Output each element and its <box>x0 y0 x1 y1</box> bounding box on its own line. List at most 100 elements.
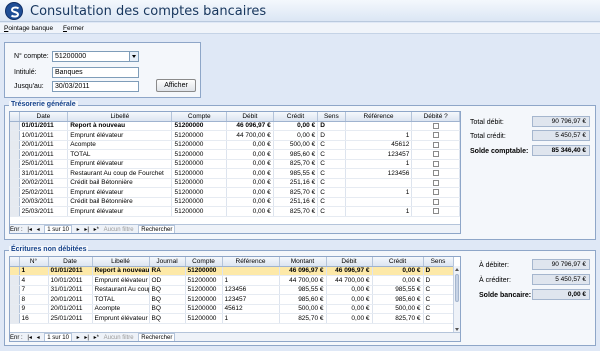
debit-cell[interactable]: 0,00 € <box>226 197 274 207</box>
montant-cell[interactable]: 985,55 € <box>279 285 327 295</box>
column-header[interactable]: Date <box>48 257 93 267</box>
row-selector[interactable] <box>10 140 20 150</box>
row-selector[interactable] <box>10 130 20 141</box>
debite-checkbox[interactable] <box>432 198 439 205</box>
debit-cell[interactable]: 0,00 € <box>326 313 373 324</box>
credit-cell[interactable]: 825,70 € <box>273 187 319 198</box>
table-row[interactable]: 20/01/2011 Acompte 51200000 0,00 €500,00 € C… <box>10 140 460 150</box>
chevron-down-icon[interactable] <box>129 52 138 61</box>
sens-cell[interactable]: C <box>317 140 346 150</box>
column-header[interactable]: Référence <box>222 257 280 267</box>
compte-cell[interactable]: 51200000 <box>171 140 228 150</box>
table-row[interactable]: 25/02/2011 Emprunt élévateur 51200000 0,00 … <box>10 187 460 198</box>
montant-cell[interactable]: 500,00 € <box>279 304 327 314</box>
reference-cell[interactable]: 123457 <box>222 294 280 305</box>
reference-cell[interactable] <box>345 197 413 207</box>
intitule-field[interactable]: Banques <box>52 67 139 78</box>
table-row[interactable]: 16 25/01/2011 Emprunt élévateur BQ 51200000 1… <box>10 313 454 324</box>
libelle-cell[interactable]: Emprunt élévateur <box>67 159 173 169</box>
reference-cell[interactable]: 123457 <box>345 149 413 160</box>
debite-cell[interactable] <box>411 130 460 141</box>
sens-cell[interactable]: D <box>317 121 346 131</box>
sens-cell[interactable]: C <box>317 197 346 207</box>
nav-last-icon[interactable]: ▸| <box>84 334 89 341</box>
column-header[interactable]: Compte <box>185 257 223 267</box>
date-cell[interactable]: 20/01/2011 <box>19 149 69 160</box>
debite-checkbox[interactable] <box>432 160 439 167</box>
debite-checkbox[interactable] <box>432 170 439 177</box>
column-header[interactable]: Débit <box>326 257 373 267</box>
libelle-cell[interactable]: Crédit bail Bétonnière <box>67 178 173 188</box>
row-selector[interactable] <box>10 285 20 295</box>
column-header[interactable]: Compte <box>171 112 228 122</box>
date-cell[interactable]: 01/01/2011 <box>48 266 93 276</box>
debit-cell[interactable]: 0,00 € <box>326 294 373 305</box>
date-cell[interactable]: 20/01/2011 <box>19 140 69 150</box>
credit-cell[interactable]: 825,70 € <box>372 313 424 324</box>
row-selector[interactable] <box>10 197 20 207</box>
libelle-cell[interactable]: Emprunt élévateur <box>92 275 150 286</box>
libelle-cell[interactable]: Emprunt élévateur <box>67 130 173 141</box>
reference-cell[interactable] <box>222 266 280 276</box>
sens-cell[interactable]: C <box>423 304 454 314</box>
scroll-thumb[interactable] <box>455 274 459 302</box>
credit-cell[interactable]: 985,60 € <box>273 149 319 160</box>
reference-cell[interactable] <box>345 121 413 131</box>
sens-cell[interactable]: C <box>317 206 346 217</box>
account-select[interactable]: 51200000 <box>52 51 139 62</box>
menu-fermer[interactable]: Fermer <box>63 25 84 32</box>
libelle-cell[interactable]: Restaurant Au coup <box>92 285 150 295</box>
record-position[interactable]: 1 sur 10 <box>44 333 72 341</box>
compte-cell[interactable]: 51200000 <box>171 121 228 131</box>
sens-cell[interactable]: D <box>423 266 454 276</box>
column-header[interactable]: N° <box>19 257 49 267</box>
libelle-cell[interactable]: Emprunt élévateur <box>67 206 173 217</box>
nav-next-icon[interactable]: ▸ <box>77 226 80 233</box>
sens-cell[interactable]: C <box>317 187 346 198</box>
row-selector[interactable] <box>10 294 20 305</box>
date-cell[interactable]: 31/01/2011 <box>48 285 93 295</box>
numero-cell[interactable]: 9 <box>19 304 49 314</box>
montant-cell[interactable]: 825,70 € <box>279 313 327 324</box>
record-position[interactable]: 1 sur 10 <box>44 225 72 233</box>
montant-cell[interactable]: 985,60 € <box>279 294 327 305</box>
numero-cell[interactable]: 7 <box>19 285 49 295</box>
numero-cell[interactable]: 1 <box>19 266 49 276</box>
search-field[interactable]: Rechercher <box>138 333 176 341</box>
credit-cell[interactable]: 500,00 € <box>273 140 319 150</box>
column-header[interactable]: Montant <box>279 257 327 267</box>
sens-cell[interactable]: C <box>317 178 346 188</box>
montant-cell[interactable]: 44 700,00 € <box>279 275 327 286</box>
date-cell[interactable]: 20/01/2011 <box>48 304 93 314</box>
numero-cell[interactable]: 8 <box>19 294 49 305</box>
search-field[interactable]: Rechercher <box>138 225 176 233</box>
column-header[interactable]: Sens <box>317 112 346 122</box>
numero-cell[interactable]: 4 <box>19 275 49 286</box>
libelle-cell[interactable]: Report à nouveau <box>67 121 173 131</box>
row-selector[interactable] <box>10 275 20 286</box>
debit-cell[interactable]: 0,00 € <box>226 187 274 198</box>
montant-cell[interactable]: 46 096,97 € <box>279 266 327 276</box>
libelle-cell[interactable]: TOTAL <box>67 149 173 160</box>
table-row[interactable]: 1 01/01/2011 Report à nouveau RA 51200000 46 … <box>10 266 454 276</box>
debit-cell[interactable]: 0,00 € <box>226 206 274 217</box>
row-selector[interactable] <box>10 187 20 198</box>
date-cell[interactable]: 25/03/2011 <box>19 206 69 217</box>
table-row[interactable]: 20/02/2011 Crédit bail Bétonnière 51200000… <box>10 178 460 188</box>
sens-cell[interactable]: D <box>317 130 346 141</box>
column-header[interactable]: Libellé <box>92 257 150 267</box>
sens-cell[interactable]: D <box>423 275 454 286</box>
debite-cell[interactable] <box>411 178 460 188</box>
debite-checkbox[interactable] <box>432 122 439 129</box>
debite-checkbox[interactable] <box>432 179 439 186</box>
table-row[interactable]: 8 20/01/2011 TOTAL BQ 51200000 123457 985,60 €… <box>10 294 454 305</box>
compte-cell[interactable]: 51200000 <box>185 285 223 295</box>
table-row[interactable]: 20/01/2011 TOTAL 51200000 0,00 €985,60 € C 12… <box>10 149 460 160</box>
ecritures-scrollbar[interactable] <box>453 266 460 333</box>
table-row[interactable]: 20/03/2011 Crédit bail Bétonnière 51200000… <box>10 197 460 207</box>
compte-cell[interactable]: 51200000 <box>171 168 228 179</box>
reference-cell[interactable]: 1 <box>222 313 280 324</box>
reference-cell[interactable]: 1 <box>345 187 413 198</box>
debite-checkbox[interactable] <box>432 141 439 148</box>
nav-first-icon[interactable]: |◂ <box>27 226 32 233</box>
